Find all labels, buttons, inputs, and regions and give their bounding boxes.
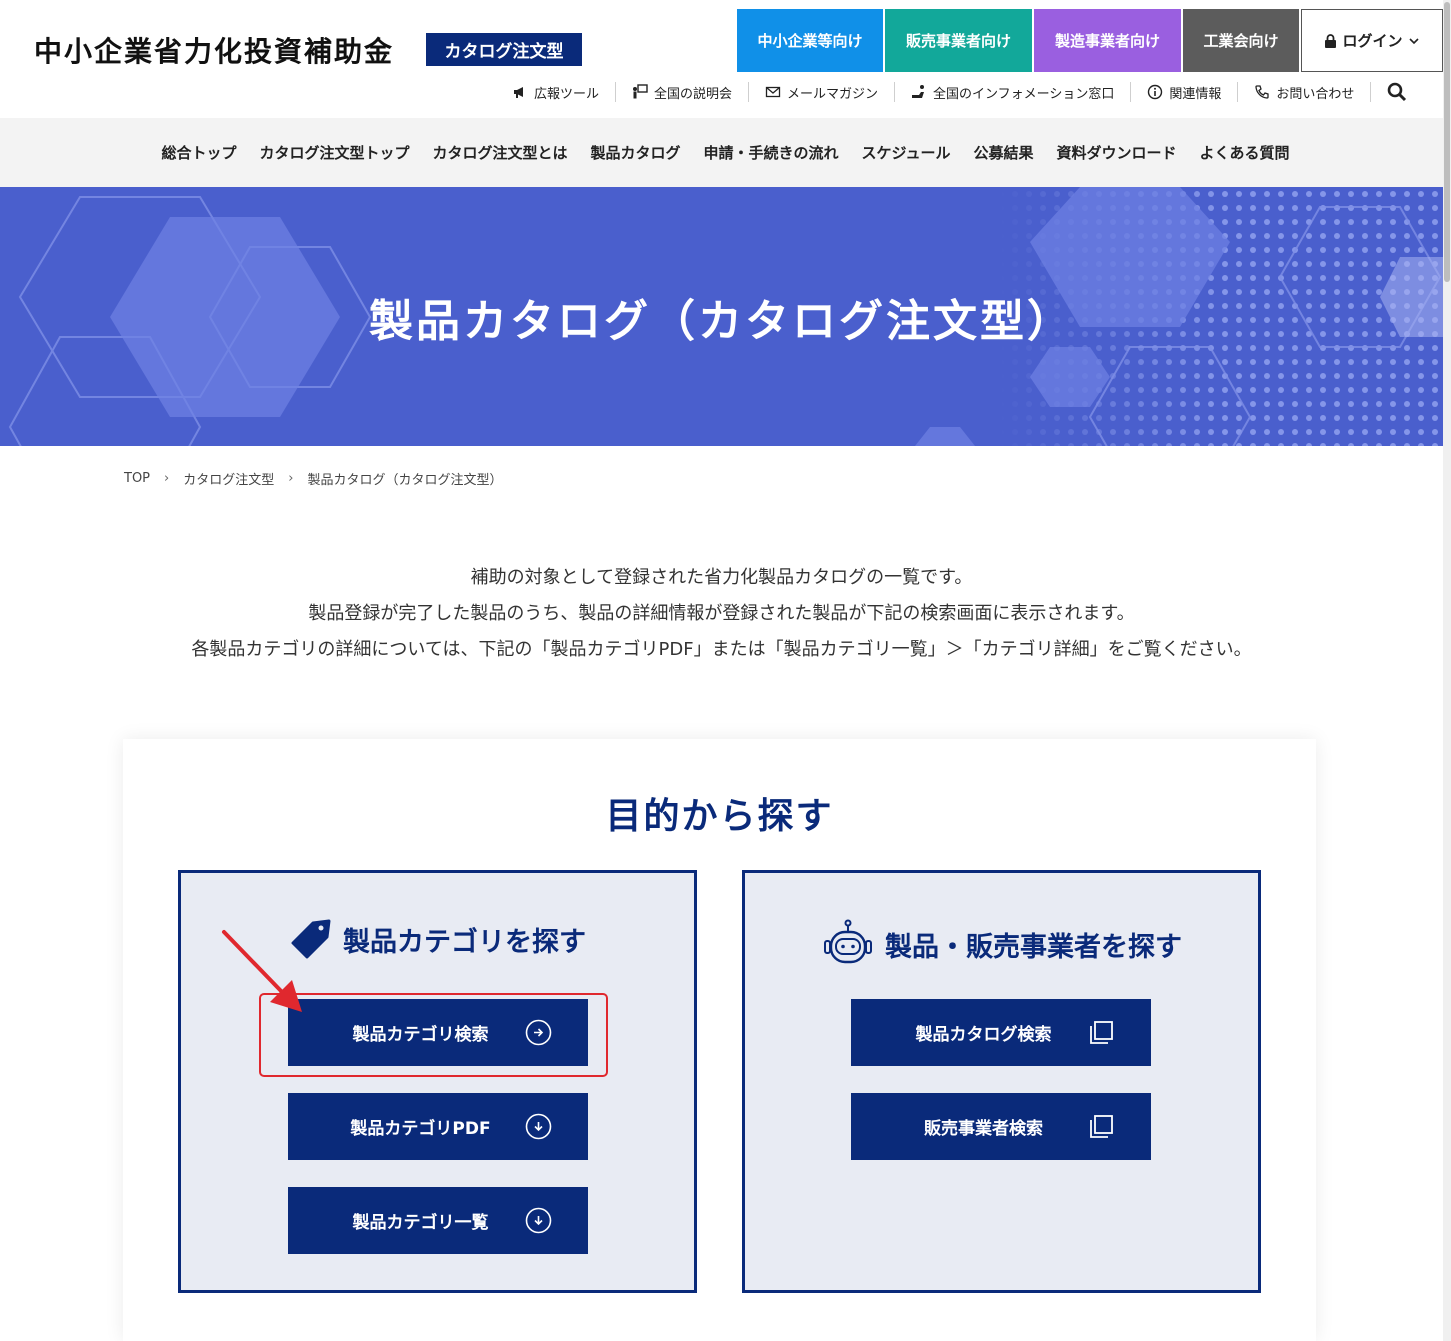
nav-catalog-top[interactable]: カタログ注文型トップ — [259, 142, 409, 163]
hero-banner: 製品カタログ（カタログ注文型） — [0, 187, 1443, 446]
breadcrumb-top[interactable]: TOP — [124, 471, 150, 486]
external-window-icon — [1090, 1021, 1113, 1044]
mail-icon — [765, 86, 781, 98]
scrollbar-thumb[interactable] — [1444, 2, 1450, 282]
breadcrumb-current: 製品カタログ（カタログ注文型） — [307, 473, 503, 488]
desk-icon — [912, 85, 925, 98]
arrow-down-circle-icon — [525, 1113, 552, 1140]
intro-line: 補助の対象として登録された省力化製品カタログの一覧です。 — [470, 567, 973, 588]
util-related-info[interactable]: 関連情報 — [1131, 82, 1239, 102]
intro-text: 補助の対象として登録された省力化製品カタログの一覧です。 製品登録が完了した製品… — [0, 560, 1443, 668]
site-header: 中小企業省力化投資補助金 カタログ注文型 中小企業等向け 販売事業者向け 製造事… — [0, 0, 1451, 118]
product-catalog-search-button[interactable]: 製品カタログ検索 — [851, 999, 1151, 1066]
utility-nav: 広報ツール 全国の説明会 メールマガジン 全国のインフォメーション窓口 関連情報… — [496, 80, 1407, 104]
audience-seller-button[interactable]: 販売事業者向け — [885, 9, 1032, 72]
category-pdf-button[interactable]: 製品カテゴリPDF — [288, 1093, 588, 1160]
util-contact[interactable]: お問い合わせ — [1238, 82, 1372, 102]
presenter-icon — [633, 84, 648, 99]
nav-results[interactable]: 公募結果 — [973, 142, 1033, 163]
nav-schedule[interactable]: スケジュール — [862, 142, 951, 163]
main-nav: 総合トップ カタログ注文型トップ カタログ注文型とは 製品カタログ 申請・手続き… — [0, 118, 1451, 187]
breadcrumb-separator-icon: › — [164, 471, 170, 486]
megaphone-icon — [514, 87, 523, 98]
arrow-down-circle-icon — [525, 1207, 552, 1234]
external-window-icon — [1090, 1115, 1113, 1138]
audience-sme-button[interactable]: 中小企業等向け — [737, 9, 883, 72]
red-arrow-annotation — [222, 930, 302, 1012]
robot-icon — [824, 919, 872, 964]
login-button[interactable]: ログイン — [1301, 9, 1443, 72]
nav-about-catalog[interactable]: カタログ注文型とは — [432, 142, 567, 163]
intro-line: 製品登録が完了した製品のうち、製品の詳細情報が登録された製品が下記の検索画面に表… — [308, 603, 1135, 624]
search-icon — [1388, 82, 1407, 102]
audience-association-button[interactable]: 工業会向け — [1183, 9, 1299, 72]
lock-icon — [1325, 33, 1337, 48]
nav-product-catalog[interactable]: 製品カタログ — [591, 142, 681, 163]
page-scrollbar[interactable] — [1443, 0, 1451, 1341]
breadcrumb: TOP › カタログ注文型 › 製品カタログ（カタログ注文型） — [124, 469, 502, 488]
audience-maker-button[interactable]: 製造事業者向け — [1034, 9, 1181, 72]
util-briefings[interactable]: 全国の説明会 — [616, 82, 750, 102]
site-title[interactable]: 中小企業省力化投資補助金 — [34, 30, 394, 70]
info-icon — [1148, 84, 1163, 100]
chevron-down-icon — [1408, 37, 1419, 44]
catalog-type-badge: カタログ注文型 — [426, 33, 582, 66]
nav-general-top[interactable]: 総合トップ — [161, 142, 236, 163]
nav-downloads[interactable]: 資料ダウンロード — [1057, 142, 1177, 163]
nav-faq[interactable]: よくある質問 — [1200, 142, 1290, 163]
login-label: ログイン — [1342, 32, 1403, 50]
category-list-button[interactable]: 製品カテゴリ一覧 — [288, 1187, 588, 1254]
seller-search-button[interactable]: 販売事業者検索 — [851, 1093, 1151, 1160]
breadcrumb-separator-icon: › — [288, 471, 294, 486]
panel-heading: 製品・販売事業者を探す — [745, 917, 1258, 971]
intro-line: 各製品カテゴリの詳細については、下記の「製品カテゴリPDF」または「製品カテゴリ… — [191, 639, 1252, 660]
phone-icon — [1255, 85, 1270, 99]
highlight-box — [259, 993, 608, 1077]
page-title: 製品カタログ（カタログ注文型） — [369, 295, 1074, 347]
product-seller-search-panel: 製品・販売事業者を探す 製品カタログ検索 販売事業者検索 — [742, 870, 1261, 1293]
nav-application-flow[interactable]: 申請・手続きの流れ — [704, 142, 839, 163]
util-mail-magazine[interactable]: メールマガジン — [749, 82, 896, 102]
util-info-desk[interactable]: 全国のインフォメーション窓口 — [895, 82, 1132, 102]
breadcrumb-catalog-type[interactable]: カタログ注文型 — [183, 469, 274, 488]
section-title: 目的から探す — [605, 796, 834, 837]
util-pr-tools[interactable]: 広報ツール — [496, 82, 617, 102]
site-search-button[interactable] — [1371, 82, 1407, 102]
